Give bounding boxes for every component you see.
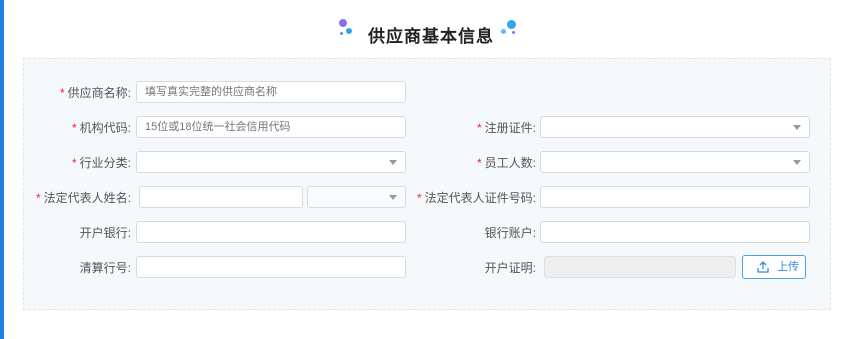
clearing-no-input[interactable] bbox=[136, 256, 406, 278]
title-row: 供应商基本信息 bbox=[0, 14, 850, 50]
chevron-down-icon bbox=[793, 125, 801, 130]
chevron-down-icon bbox=[793, 160, 801, 165]
chevron-down-icon bbox=[389, 195, 397, 200]
upload-button-label: 上传 bbox=[777, 261, 799, 273]
industry-select[interactable] bbox=[136, 151, 406, 173]
decor-dot-icon bbox=[346, 28, 352, 34]
decor-dot-icon bbox=[340, 32, 343, 35]
bank-account-label: 银行账户: bbox=[484, 226, 536, 240]
legal-rep-title-select[interactable] bbox=[307, 186, 406, 208]
legal-rep-id-input[interactable] bbox=[540, 186, 810, 208]
bank-label: 开户银行: bbox=[79, 226, 131, 240]
org-code-input[interactable] bbox=[136, 116, 406, 138]
decor-dot-icon bbox=[507, 20, 516, 29]
reg-certificate-label: * 注册证件: bbox=[476, 121, 536, 135]
decor-dot-icon bbox=[339, 19, 347, 27]
upload-button[interactable]: 上传 bbox=[742, 255, 806, 279]
chevron-down-icon bbox=[389, 160, 397, 165]
supplier-name-input[interactable] bbox=[136, 81, 406, 103]
legal-rep-id-label: * 法定代表人证件号码: bbox=[416, 191, 536, 205]
page-title: 供应商基本信息 bbox=[368, 27, 494, 46]
employees-select[interactable] bbox=[540, 151, 810, 173]
industry-label: * 行业分类: bbox=[71, 156, 131, 170]
bank-input[interactable] bbox=[136, 221, 406, 243]
legal-rep-name-input[interactable] bbox=[139, 186, 303, 208]
account-cert-field bbox=[544, 256, 736, 278]
employees-label: * 员工人数: bbox=[476, 156, 536, 170]
upload-icon bbox=[757, 261, 769, 273]
decor-dot-icon bbox=[501, 29, 506, 34]
decor-dot-icon bbox=[512, 31, 515, 34]
account-cert-label: 开户证明: bbox=[484, 261, 536, 275]
supplier-name-label: * 供应商名称: bbox=[59, 86, 131, 100]
reg-certificate-select[interactable] bbox=[540, 116, 810, 138]
legal-rep-name-label: * 法定代表人姓名: bbox=[35, 191, 131, 205]
org-code-label: * 机构代码: bbox=[71, 121, 131, 135]
clearing-no-label: 清算行号: bbox=[79, 261, 131, 275]
left-accent-bar bbox=[0, 0, 4, 339]
bank-account-input[interactable] bbox=[540, 221, 810, 243]
